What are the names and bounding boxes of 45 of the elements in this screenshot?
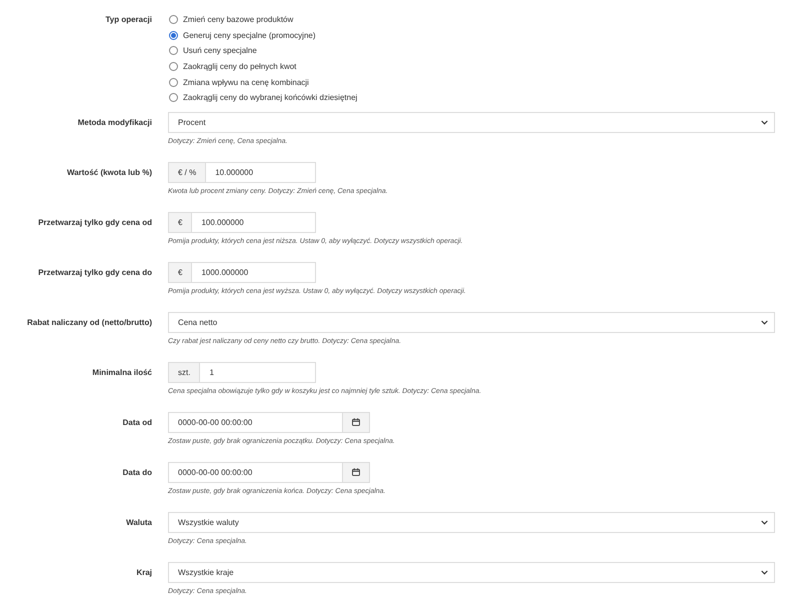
radio-button[interactable] [169, 30, 178, 40]
input-field[interactable]: 10.000000 [205, 162, 316, 183]
select-field[interactable]: Cena netto [168, 312, 775, 333]
field-label: Data do [122, 466, 152, 479]
date-field[interactable]: 0000-00-00 00:00:00 [168, 462, 343, 483]
radio-option-label[interactable]: Zmień ceny bazowe produktów [183, 14, 294, 26]
date-field[interactable]: 0000-00-00 00:00:00 [168, 412, 343, 433]
radio-option-label[interactable]: Usuń ceny specjalne [183, 45, 257, 56]
radio-button[interactable] [169, 46, 178, 56]
field-label: Rabat naliczany od (netto/brutto) [27, 316, 152, 329]
calendar-icon [352, 468, 360, 476]
field-label: Minimalna ilość [92, 366, 152, 379]
radio-button[interactable] [169, 15, 178, 24]
input-addon: € [168, 212, 192, 233]
field-label: Wartość (kwota lub %) [66, 166, 152, 179]
field-label: Waluta [126, 516, 152, 529]
radio-option-label[interactable]: Zaokrąglij ceny do pełnych kwot [183, 61, 296, 72]
calendar-button[interactable] [343, 462, 370, 483]
chevron-down-icon [761, 320, 768, 325]
radio-button[interactable] [169, 78, 178, 87]
input-field[interactable]: 100.000000 [191, 212, 316, 233]
radio-button[interactable] [169, 93, 178, 102]
input-addon: € / % [168, 162, 206, 183]
radio-button[interactable] [169, 62, 178, 72]
field-label: Przetwarzaj tylko gdy cena od [38, 216, 152, 229]
field-label: Metoda modyfikacji [78, 116, 152, 129]
field-label: Kraj [136, 566, 152, 579]
field-label: Przetwarzaj tylko gdy cena do [38, 266, 152, 279]
chevron-down-icon [761, 520, 768, 525]
input-field[interactable]: 1 [199, 362, 316, 383]
calendar-icon [352, 418, 360, 426]
field-label: Typ operacji [105, 14, 152, 26]
input-addon: szt. [168, 362, 200, 383]
field-label: Data od [122, 416, 152, 429]
radio-option-label[interactable]: Zaokrąglij ceny do wybranej końcówki dziesiętnej [183, 92, 358, 104]
input-field[interactable]: 1000.000000 [191, 262, 316, 283]
select-field[interactable]: Procent [168, 112, 775, 133]
input-addon: € [168, 262, 192, 283]
calendar-button[interactable] [343, 412, 370, 433]
select-field[interactable]: Wszystkie waluty [168, 512, 775, 533]
radio-option-label[interactable]: Zmiana wpływu na cenę kombinacji [183, 76, 309, 88]
chevron-down-icon [761, 570, 768, 575]
chevron-down-icon [761, 120, 768, 125]
select-field[interactable]: Wszystkie kraje [168, 562, 775, 583]
radio-option-label[interactable]: Generuj ceny specjalne (promocyjne) [183, 30, 316, 41]
